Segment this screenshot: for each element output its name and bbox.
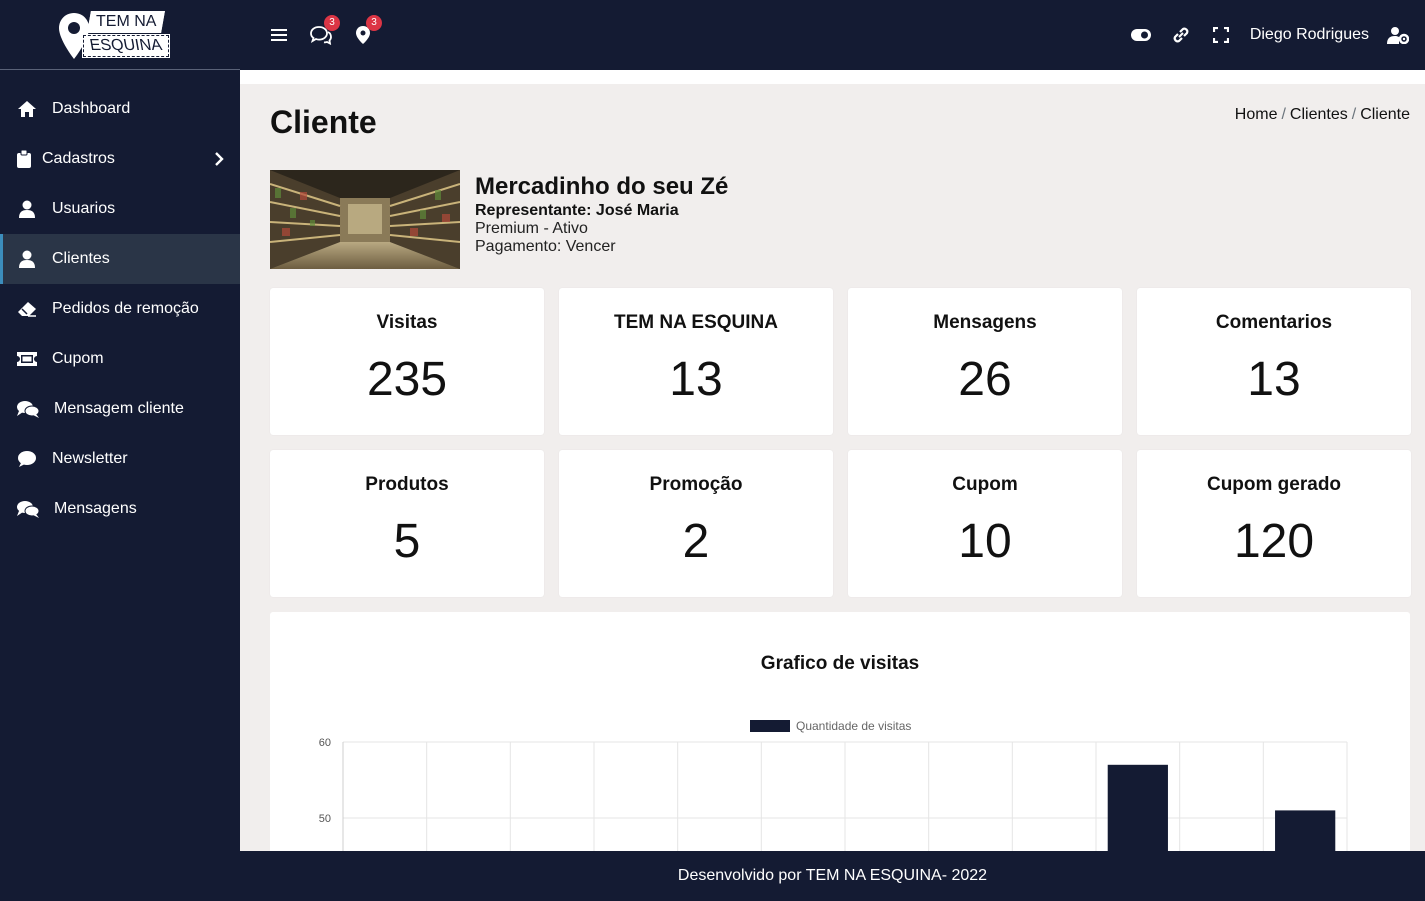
stat-label: Comentarios — [1215, 312, 1333, 333]
stat-card-promocao: Promoção 2 — [559, 450, 833, 597]
y-tick-label: 60 — [319, 737, 331, 749]
toggle-theme-icon[interactable] — [1130, 24, 1152, 46]
breadcrumb-home[interactable]: Home — [1235, 106, 1278, 123]
sidebar-item-label: Mensagem cliente — [54, 400, 184, 417]
logo-text-line1: TEM NA — [87, 10, 166, 33]
stat-value: 13 — [669, 353, 723, 406]
sidebar-item-mensagens[interactable]: Mensagens — [0, 484, 240, 534]
sidebar-item-pedidos-de-remocao[interactable]: Pedidos de remoção — [0, 284, 240, 334]
stats-cards: Visitas 235 TEM NA ESQUINA 13 Mensagens … — [270, 288, 1411, 597]
sidebar-item-label: Clientes — [52, 250, 110, 267]
stat-card-produtos: Produtos 5 — [270, 450, 544, 597]
stat-label: Produtos — [365, 474, 449, 495]
legend-label: Quantidade de visitas — [796, 719, 911, 733]
logo[interactable]: TEM NA ESQUINA — [55, 7, 185, 63]
sidebar-item-cadastros[interactable]: Cadastros — [0, 134, 240, 184]
stat-value: 2 — [682, 515, 710, 568]
sidebar-item-usuarios[interactable]: Usuarios — [0, 184, 240, 234]
client-info: Mercadinho do seu Zé Representante: José… — [475, 170, 728, 269]
sidebar-item-clientes[interactable]: Clientes — [0, 234, 240, 284]
stat-label: Promoção — [649, 474, 743, 495]
sidebar: TEM NA ESQUINA Dashboard Cadastros Usuar… — [0, 0, 240, 901]
client-header: Mercadinho do seu Zé Representante: José… — [270, 170, 728, 269]
legend-swatch — [750, 720, 790, 732]
stat-card-comentarios: Comentarios 13 — [1137, 288, 1411, 435]
breadcrumb-separator: / — [1281, 106, 1286, 123]
user-name[interactable]: Diego Rodrigues — [1250, 26, 1369, 44]
comment-icon — [16, 449, 38, 469]
breadcrumb-current: Cliente — [1360, 106, 1410, 123]
stat-value: 5 — [393, 515, 421, 568]
client-representative: Representante: José Maria — [475, 202, 679, 219]
sidebar-item-label: Usuarios — [52, 200, 116, 217]
stat-value: 10 — [958, 515, 1012, 568]
client-plan: Premium - Ativo — [475, 220, 588, 237]
sidebar-item-label: Pedidos de remoção — [52, 300, 199, 317]
locations-button[interactable]: 3 — [352, 15, 382, 46]
sidebar-item-mensagem-cliente[interactable]: Mensagem cliente — [0, 384, 240, 434]
breadcrumb: Home / Clientes / Cliente — [1235, 106, 1410, 124]
sidebar-item-label: Newsletter — [52, 450, 128, 467]
stat-card-visitas: Visitas 235 — [270, 288, 544, 435]
stat-label: Cupom — [952, 474, 1018, 495]
logo-text-line2: ESQUINA — [81, 33, 171, 58]
user-settings-icon[interactable] — [1387, 24, 1409, 46]
fullscreen-icon[interactable] — [1210, 24, 1232, 46]
stat-value: 13 — [1247, 353, 1301, 406]
messages-badge: 3 — [324, 15, 340, 31]
page-title: Cliente — [270, 104, 377, 140]
footer: Desenvolvido por TEM NA ESQUINA- 2022 — [240, 851, 1425, 901]
topbar: 3 3 Diego Rodrigues — [240, 0, 1425, 70]
comments-icon — [16, 399, 40, 419]
client-photo — [270, 170, 460, 269]
sidebar-item-cupom[interactable]: Cupom — [0, 334, 240, 384]
sidebar-item-newsletter[interactable]: Newsletter — [0, 434, 240, 484]
sidebar-item-label: Cadastros — [42, 150, 115, 167]
stat-card-cupom-gerado: Cupom gerado 120 — [1137, 450, 1411, 597]
stat-value: 235 — [366, 353, 448, 406]
brand[interactable]: TEM NA ESQUINA — [0, 0, 240, 70]
messages-button[interactable]: 3 — [310, 15, 340, 46]
eraser-icon — [16, 299, 38, 319]
breadcrumb-clientes[interactable]: Clientes — [1290, 106, 1348, 123]
stat-label: Cupom gerado — [1206, 474, 1342, 495]
y-tick-label: 50 — [319, 813, 331, 825]
link-icon[interactable] — [1170, 24, 1192, 46]
comments-icon — [16, 499, 40, 519]
hamburger-menu-icon[interactable] — [268, 24, 290, 46]
stat-label: Mensagens — [933, 312, 1037, 333]
user-icon — [16, 199, 38, 219]
sidebar-item-label: Cupom — [52, 350, 104, 367]
chevron-right-icon — [214, 151, 224, 172]
stat-value: 120 — [1233, 515, 1315, 568]
ticket-icon — [16, 349, 38, 369]
stat-card-mensagens: Mensagens 26 — [848, 288, 1122, 435]
visits-chart-card: Grafico de visitas Quantidade de visitas… — [270, 612, 1410, 892]
stat-card-tem-na-esquina: TEM NA ESQUINA 13 — [559, 288, 833, 435]
home-icon — [16, 99, 38, 119]
sidebar-item-label: Mensagens — [54, 500, 137, 517]
breadcrumb-separator: / — [1351, 106, 1357, 123]
client-payment: Pagamento: Vencer — [475, 238, 616, 255]
locations-badge: 3 — [366, 15, 382, 31]
client-name: Mercadinho do seu Zé — [475, 173, 729, 200]
main-content: Cliente Home / Clientes / Cliente Mercad… — [255, 84, 1425, 892]
chart-title: Grafico de visitas — [760, 653, 920, 674]
footer-text: Desenvolvido por TEM NA ESQUINA- 2022 — [677, 867, 988, 884]
user-icon — [16, 249, 38, 269]
stat-value: 26 — [958, 353, 1012, 406]
stat-label: TEM NA ESQUINA — [614, 312, 778, 333]
stat-label: Visitas — [376, 312, 438, 333]
clipboard-icon — [16, 149, 32, 169]
sidebar-item-label: Dashboard — [52, 100, 131, 117]
top-spacer — [240, 70, 1425, 84]
sidebar-item-dashboard[interactable]: Dashboard — [0, 84, 240, 134]
stat-card-cupom: Cupom 10 — [848, 450, 1122, 597]
sidebar-nav: Dashboard Cadastros Usuarios Clientes Pe… — [0, 84, 240, 534]
